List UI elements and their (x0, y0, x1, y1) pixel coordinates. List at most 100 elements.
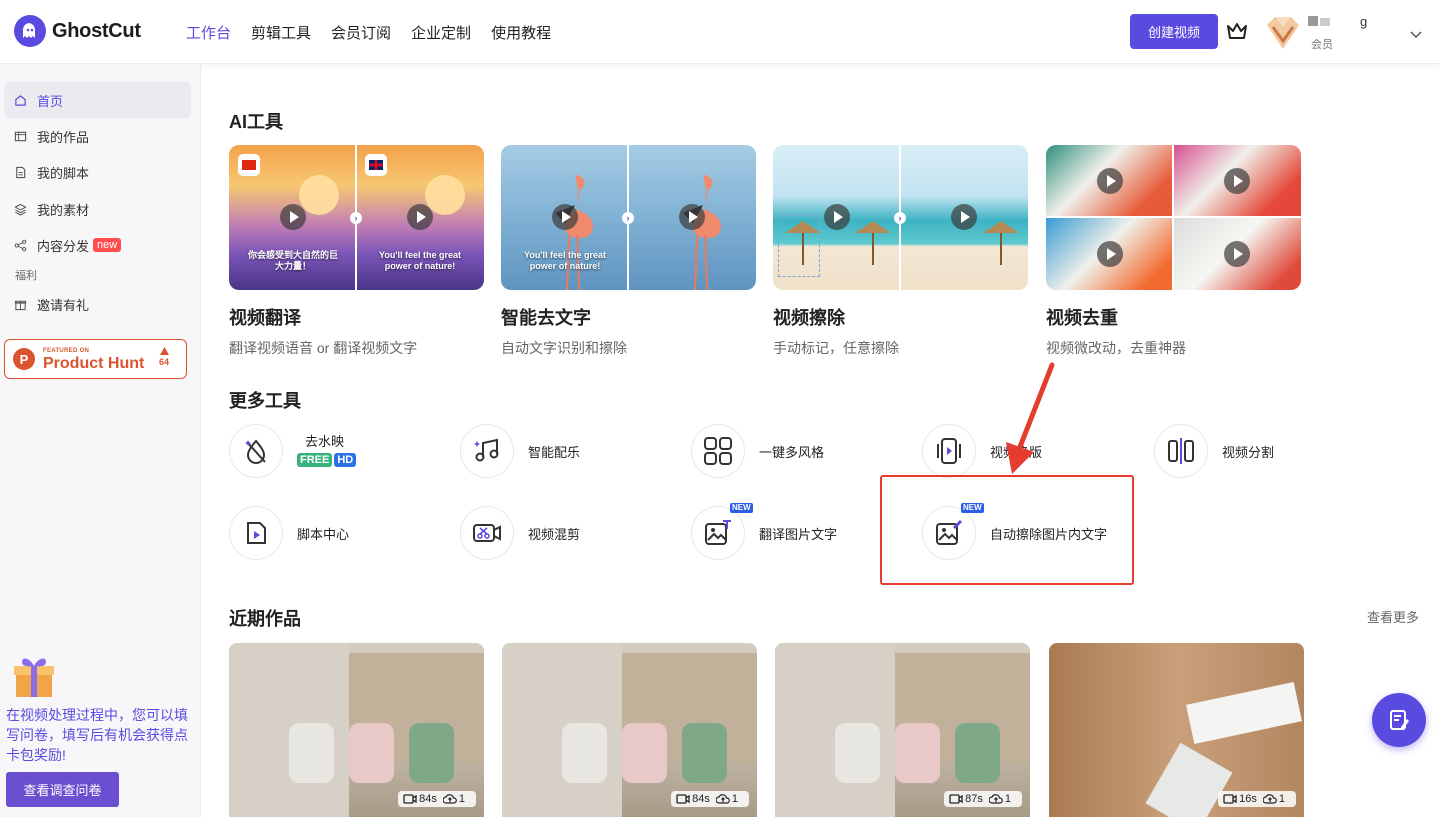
video-dedup-thumbnail (1046, 145, 1301, 290)
logo[interactable]: GhostCut (14, 15, 141, 47)
play-icon[interactable] (824, 204, 850, 230)
card-text-removal[interactable]: › You'll feel the great power of nature!… (501, 145, 756, 358)
work-count: 1 (1278, 793, 1285, 805)
annotation-arrow-icon (1006, 362, 1055, 474)
china-flag-icon (238, 154, 260, 176)
selection-box[interactable] (778, 215, 820, 277)
card-subtitle: 手动标记，任意擦除 (773, 340, 899, 356)
card-video-dedup[interactable]: 视频去重 视频微改动，去重神器 (1046, 145, 1301, 358)
play-icon[interactable] (1224, 168, 1250, 194)
music-note-icon (460, 424, 514, 478)
ai-tools-title: AI工具 (229, 112, 283, 132)
nav-workbench[interactable]: 工作台 (186, 22, 231, 43)
tool-translate-image-text[interactable]: NEW 翻译图片文字 (691, 503, 838, 560)
sidebar-item-label: 我的作品 (37, 129, 90, 145)
top-bar: GhostCut 工作台 剪辑工具 会员订阅 企业定制 使用教程 创建视频 g … (0, 0, 1440, 64)
highlight-box (880, 475, 1134, 585)
ghost-logo-icon (14, 15, 46, 47)
caption-en: You'll feel the great power of nature! (524, 250, 606, 271)
card-title: 视频擦除 (773, 308, 845, 328)
card-title: 智能去文字 (501, 308, 591, 328)
work-count: 1 (731, 793, 738, 805)
tool-remove-watermark[interactable]: 去水映 FREE HD (229, 424, 358, 478)
image-translate-icon: NEW (691, 503, 753, 560)
user-role: 会员 (1311, 39, 1333, 51)
new-badge: new (93, 238, 122, 252)
free-chip: FREE (297, 453, 333, 467)
create-video-button[interactable]: 创建视频 (1130, 14, 1218, 49)
nav-subscription[interactable]: 会员订阅 (331, 22, 391, 43)
work-meta: 84s 1 (398, 791, 476, 807)
product-hunt-name: Product Hunt (43, 355, 145, 372)
play-icon[interactable] (1097, 168, 1123, 194)
crown-icon[interactable] (1225, 20, 1249, 42)
tool-multi-style[interactable]: 一键多风格 (691, 424, 824, 478)
nav-edit-tools[interactable]: 剪辑工具 (251, 22, 311, 43)
tool-smart-music[interactable]: 智能配乐 (460, 424, 580, 478)
view-more-link[interactable]: 查看更多 (1367, 607, 1419, 626)
tool-video-mix[interactable]: 视频混剪 (460, 506, 580, 560)
sidebar-item-materials[interactable]: 我的素材 (4, 191, 191, 227)
nav-enterprise[interactable]: 企业定制 (411, 22, 471, 43)
triangle-up-icon (159, 347, 169, 355)
cloud-upload-icon (1262, 794, 1277, 804)
hd-chip: HD (334, 453, 357, 467)
product-hunt-badge[interactable]: P FEATURED ON Product Hunt 64 (4, 339, 187, 379)
play-icon[interactable] (407, 204, 433, 230)
play-icon[interactable] (280, 204, 306, 230)
survey-promo-text: 在视频处理过程中，您可以填写问卷，填写后有机会获得点卡包奖励! (6, 707, 188, 763)
caption-zh: 你会感受到大自然的巨大力量！ (247, 250, 338, 271)
card-video-erase[interactable]: › 视频擦除 手动标记，任意擦除 (773, 145, 1028, 358)
play-icon[interactable] (679, 204, 705, 230)
work-card[interactable]: 84s 1 (502, 643, 757, 817)
tool-label: 翻译图片文字 (759, 526, 838, 542)
arrow-right-icon: › (894, 212, 906, 224)
nav-tutorial[interactable]: 使用教程 (491, 22, 551, 43)
view-survey-button[interactable]: 查看调查问卷 (6, 772, 119, 807)
work-card[interactable]: 84s 1 (229, 643, 484, 817)
sidebar-item-label: 我的素材 (37, 202, 90, 218)
product-hunt-upvotes: 64 (159, 347, 169, 367)
card-subtitle: 翻译视频语音 or 翻译视频文字 (229, 340, 418, 356)
tool-label: 去水映 (305, 434, 345, 449)
card-subtitle: 自动文字识别和擦除 (501, 340, 627, 356)
product-hunt-count: 64 (159, 357, 170, 367)
split-icon (1154, 424, 1208, 478)
video-camera-icon (676, 794, 690, 804)
product-hunt-logo-icon: P (13, 348, 35, 370)
tool-video-split[interactable]: 视频分割 (1154, 424, 1274, 478)
sidebar-item-works[interactable]: 我的作品 (4, 118, 191, 154)
sidebar-item-home[interactable]: 首页 (4, 82, 191, 118)
sidebar-item-scripts[interactable]: 我的脚本 (4, 154, 191, 190)
work-meta: 84s 1 (671, 791, 749, 807)
tool-label: 视频混剪 (528, 526, 581, 542)
product-hunt-featured: FEATURED ON (43, 348, 90, 354)
tool-script-center[interactable]: 脚本中心 (229, 506, 349, 560)
sidebar-item-distribution[interactable]: 内容分发 new (4, 227, 191, 263)
cloud-upload-icon (988, 794, 1003, 804)
video-scissors-icon (460, 506, 514, 560)
video-camera-icon (1223, 794, 1237, 804)
feedback-button[interactable] (1372, 693, 1426, 747)
work-card[interactable]: 87s 1 (775, 643, 1030, 817)
play-icon[interactable] (552, 204, 578, 230)
avatar[interactable] (1263, 15, 1303, 51)
tool-label: 脚本中心 (297, 526, 350, 542)
home-icon (15, 94, 26, 106)
sidebar-item-invite[interactable]: 邀请有礼 (4, 286, 191, 322)
work-count: 1 (458, 793, 465, 805)
play-icon[interactable] (951, 204, 977, 230)
work-duration: 16s (1239, 793, 1257, 805)
card-video-translate[interactable]: › 你会感受到大自然的巨大力量！ You'll feel the great p… (229, 145, 484, 358)
play-icon[interactable] (1224, 241, 1250, 267)
uk-flag-icon (365, 154, 387, 176)
play-icon[interactable] (1097, 241, 1123, 267)
video-camera-icon (949, 794, 963, 804)
work-duration: 84s (692, 793, 710, 805)
work-duration: 87s (965, 793, 983, 805)
sidebar: 首页 我的作品 我的脚本 我的素材 内容分发 new 福利 邀请有礼 P FEA… (0, 65, 201, 817)
chevron-down-icon[interactable] (1410, 26, 1422, 39)
work-card[interactable]: 16s 1 (1049, 643, 1304, 817)
gift-icon (14, 300, 27, 310)
caption-en: You'll feel the great power of nature! (379, 250, 461, 271)
